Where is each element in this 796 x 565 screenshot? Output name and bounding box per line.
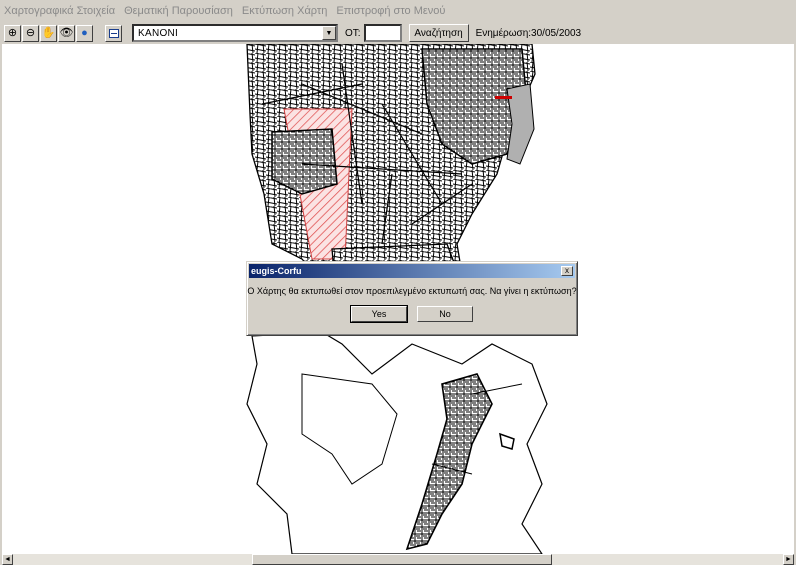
yes-button[interactable]: Yes bbox=[350, 305, 408, 323]
zoom-out-button[interactable]: ⊖ bbox=[22, 24, 39, 42]
menu-cartographic-data[interactable]: Χαρτογραφικά Στοιχεία bbox=[4, 5, 115, 17]
globe-icon: ● bbox=[81, 26, 88, 39]
scroll-left-icon[interactable]: ◄ bbox=[2, 554, 13, 565]
find-button[interactable]: 👁 bbox=[58, 24, 75, 42]
horizontal-scrollbar[interactable]: ◄ ► bbox=[2, 554, 794, 565]
app-window: Χαρτογραφικά Στοιχεία Θεματική Παρουσίασ… bbox=[0, 0, 796, 565]
dialog-title-bar[interactable]: eugis-Corfu x bbox=[249, 264, 575, 278]
print-confirm-dialog: eugis-Corfu x Ο Χάρτης θα εκτυπωθεί στον… bbox=[246, 261, 578, 336]
menu-print-map[interactable]: Εκτύπωση Χάρτη bbox=[242, 5, 327, 17]
dialog-buttons: Yes No bbox=[247, 305, 577, 323]
dialog-message: Ο Χάρτης θα εκτυπωθεί στον προεπιλεγμένο… bbox=[247, 286, 577, 296]
scroll-right-icon[interactable]: ► bbox=[783, 554, 794, 565]
dropdown-arrow-icon[interactable]: ▼ bbox=[322, 26, 336, 40]
update-date: Ενημέρωση:30/05/2003 bbox=[475, 27, 582, 39]
zoom-in-icon: ⊕ bbox=[7, 26, 18, 39]
pan-hand-icon: ✋ bbox=[41, 26, 56, 39]
full-extent-button[interactable]: ● bbox=[76, 24, 93, 42]
layer-icon bbox=[108, 28, 119, 38]
binoculars-icon: 👁 bbox=[59, 26, 74, 39]
pan-button[interactable]: ✋ bbox=[40, 24, 57, 42]
of-label: ΟΤ: bbox=[345, 27, 361, 39]
close-icon[interactable]: x bbox=[561, 266, 573, 276]
zoom-in-button[interactable]: ⊕ bbox=[4, 24, 21, 42]
of-input[interactable] bbox=[363, 24, 402, 42]
search-button[interactable]: Αναζήτηση bbox=[408, 24, 469, 42]
map-highlighted-parcel bbox=[495, 96, 512, 99]
menu-bar: Χαρτογραφικά Στοιχεία Θεματική Παρουσίασ… bbox=[0, 0, 796, 22]
zoom-out-icon: ⊖ bbox=[25, 26, 36, 39]
toolbar: ⊕ ⊖ ✋ 👁 ● ΚΑΝΟΝΙ ▼ ΟΤ: Αναζήτηση Ενημέρω… bbox=[0, 22, 796, 44]
area-select[interactable]: ΚΑΝΟΝΙ ▼ bbox=[132, 24, 338, 42]
no-button[interactable]: No bbox=[417, 306, 473, 322]
layers-button[interactable] bbox=[105, 24, 122, 42]
menu-thematic-presentation[interactable]: Θεματική Παρουσίαση bbox=[124, 5, 233, 17]
area-select-value: ΚΑΝΟΝΙ bbox=[138, 27, 179, 39]
menu-return-to-menu[interactable]: Επιστροφή στο Μενού bbox=[336, 5, 445, 17]
dialog-title: eugis-Corfu bbox=[251, 266, 302, 276]
scrollbar-thumb[interactable] bbox=[252, 554, 552, 565]
